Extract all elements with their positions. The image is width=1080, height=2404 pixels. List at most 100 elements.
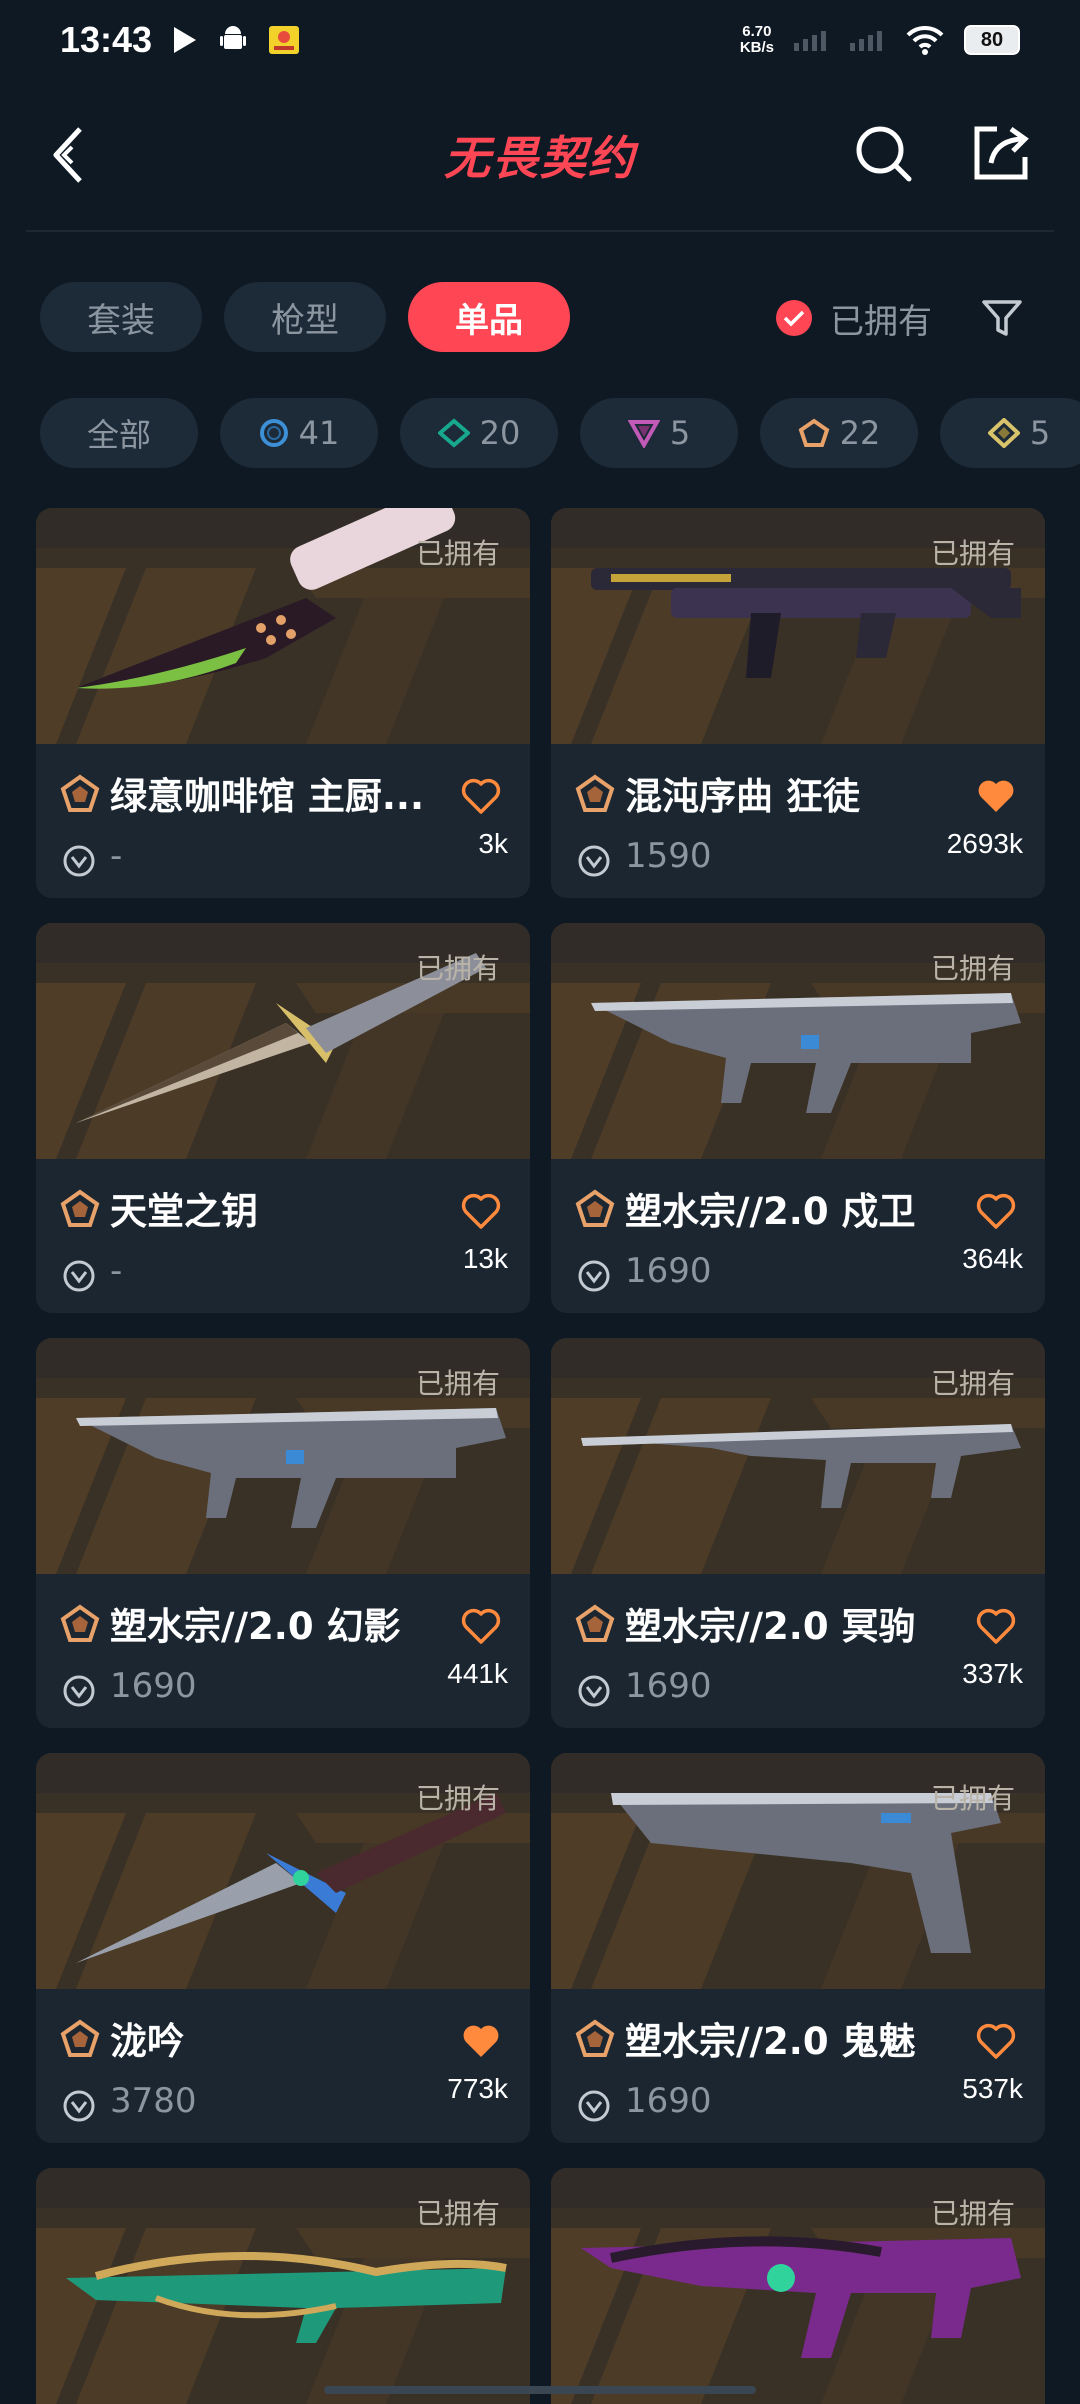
item-card[interactable]: 已拥有 塑水宗//2.0 鬼魅 1690 537k bbox=[551, 1753, 1045, 2143]
share-icon bbox=[974, 126, 1029, 180]
item-info: 泷吟 3780 773k bbox=[36, 1989, 530, 2143]
item-card[interactable]: 已拥有 混沌序曲 狂徒 1590 2693k bbox=[551, 508, 1045, 898]
status-right: 6.70 KB/s 80 bbox=[740, 24, 1020, 56]
owned-badge: 已拥有 bbox=[930, 1782, 1015, 1815]
owned-badge: 已拥有 bbox=[415, 537, 500, 570]
search-icon bbox=[856, 126, 912, 182]
premium-tier-icon bbox=[60, 774, 100, 812]
item-info: 塑水宗//2.0 幻影 1690 441k bbox=[36, 1574, 530, 1728]
heart-filled-icon[interactable] bbox=[975, 776, 1017, 816]
back-button[interactable] bbox=[40, 118, 100, 192]
checkbox-checked-icon bbox=[776, 300, 812, 336]
item-card[interactable]: 已拥有绿意咖啡馆 主厨... - 3k bbox=[36, 508, 530, 898]
item-likes: 3k bbox=[478, 828, 508, 859]
owned-badge: 已拥有 bbox=[930, 952, 1015, 985]
premium-tier-icon bbox=[60, 1189, 100, 1227]
item-card[interactable]: 已拥有 塑水宗//2.0 幻影 1690 441k bbox=[36, 1338, 530, 1728]
item-image: 已拥有 bbox=[36, 2168, 530, 2404]
heart-outline-icon[interactable] bbox=[460, 776, 502, 816]
item-name: 泷吟 bbox=[110, 2020, 184, 2063]
share-button[interactable] bbox=[966, 116, 1036, 190]
exclusive-tier-icon bbox=[627, 420, 660, 448]
chip-exclusive-tier[interactable]: 5 bbox=[580, 398, 738, 468]
tab-single-items[interactable]: 单品 bbox=[408, 282, 570, 352]
item-info: 塑水宗//2.0 冥驹 1690 337k bbox=[551, 1574, 1045, 1728]
chip-premium-count: 22 bbox=[839, 414, 881, 452]
item-image: 已拥有 bbox=[36, 1338, 530, 1574]
item-price: - bbox=[110, 1251, 123, 1291]
tab-bundles[interactable]: 套装 bbox=[40, 282, 202, 352]
chip-ultra-tier[interactable]: 5 bbox=[940, 398, 1080, 468]
battery-indicator: 80 bbox=[964, 25, 1020, 55]
item-price: 1690 bbox=[110, 1666, 197, 1706]
chip-deluxe-tier[interactable]: 20 bbox=[400, 398, 558, 468]
premium-tier-icon bbox=[60, 2019, 100, 2057]
item-price: 1690 bbox=[625, 2081, 712, 2121]
item-card[interactable]: 已拥有塑水宗//2.0 戍卫 1690 364k bbox=[551, 923, 1045, 1313]
signal-icon-2 bbox=[850, 31, 882, 51]
item-likes: 441k bbox=[447, 1658, 508, 1689]
filter-button[interactable] bbox=[976, 292, 1028, 344]
battery-level: 80 bbox=[980, 28, 1004, 51]
heart-outline-icon[interactable] bbox=[975, 1191, 1017, 1231]
network-speed: 6.70 KB/s bbox=[740, 24, 774, 56]
valorant-points-icon bbox=[63, 1260, 95, 1292]
wifi-icon bbox=[906, 25, 944, 55]
item-likes: 537k bbox=[962, 2073, 1023, 2104]
heart-outline-icon[interactable] bbox=[975, 1606, 1017, 1646]
item-image: 已拥有 bbox=[36, 508, 530, 744]
chip-ultra-count: 5 bbox=[1029, 414, 1051, 452]
premium-tier-icon bbox=[575, 1604, 615, 1642]
valorant-points-icon bbox=[63, 845, 95, 877]
chip-exclusive-count: 5 bbox=[669, 414, 691, 452]
valorant-points-icon bbox=[63, 2090, 95, 2122]
premium-tier-icon bbox=[60, 1604, 100, 1642]
item-image: 已拥有 bbox=[551, 2168, 1045, 2404]
valorant-points-icon bbox=[578, 1260, 610, 1292]
deluxe-tier-icon bbox=[437, 418, 470, 448]
premium-tier-icon bbox=[575, 774, 615, 812]
item-info: 塑水宗//2.0 戍卫 1690 364k bbox=[551, 1159, 1045, 1313]
network-speed-value: 6.70 bbox=[742, 23, 772, 40]
item-info: 塑水宗//2.0 鬼魅 1690 537k bbox=[551, 1989, 1045, 2143]
heart-outline-icon[interactable] bbox=[975, 2021, 1017, 2061]
item-likes: 773k bbox=[447, 2073, 508, 2104]
chip-premium-tier[interactable]: 22 bbox=[760, 398, 918, 468]
item-name: 塑水宗//2.0 冥驹 bbox=[625, 1605, 916, 1648]
premium-tier-icon bbox=[798, 418, 830, 447]
owned-badge: 已拥有 bbox=[415, 952, 500, 985]
owned-badge: 已拥有 bbox=[930, 1367, 1015, 1400]
item-likes: 2693k bbox=[946, 828, 1023, 859]
back-arrow-icon bbox=[53, 127, 82, 183]
item-name: 绿意咖啡馆 主厨... bbox=[110, 775, 425, 818]
valorant-points-icon bbox=[578, 845, 610, 877]
header-divider bbox=[26, 230, 1054, 232]
heart-outline-icon[interactable] bbox=[460, 1606, 502, 1646]
item-price: 3780 bbox=[110, 2081, 197, 2121]
heart-filled-icon[interactable] bbox=[460, 2021, 502, 2061]
premium-tier-icon bbox=[575, 1189, 615, 1227]
play-icon bbox=[174, 27, 197, 53]
item-info: 绿意咖啡馆 主厨... - 3k bbox=[36, 744, 530, 898]
item-card[interactable]: 已拥有泷吟 3780 773k bbox=[36, 1753, 530, 2143]
home-indicator[interactable] bbox=[324, 2386, 756, 2394]
item-card[interactable]: 已拥有 bbox=[36, 2168, 530, 2404]
item-likes: 13k bbox=[462, 1243, 508, 1274]
search-button[interactable] bbox=[848, 116, 918, 190]
chip-all[interactable]: 全部 bbox=[40, 398, 198, 468]
app-notification-icon bbox=[269, 26, 300, 54]
owned-filter-toggle[interactable]: 已拥有 bbox=[776, 290, 932, 346]
chip-select-tier[interactable]: 41 bbox=[220, 398, 378, 468]
heart-outline-icon[interactable] bbox=[460, 1191, 502, 1231]
item-image: 已拥有 bbox=[36, 1753, 530, 1989]
header: 无畏契约 bbox=[0, 80, 1080, 230]
owned-badge: 已拥有 bbox=[415, 1367, 500, 1400]
item-card[interactable]: 已拥有 天堂之钥 - 13k bbox=[36, 923, 530, 1313]
item-name: 塑水宗//2.0 戍卫 bbox=[625, 1190, 916, 1233]
tab-weapon-type[interactable]: 枪型 bbox=[224, 282, 386, 352]
app-logo: 无畏契约 bbox=[444, 131, 636, 185]
category-tabs: 套装 枪型 单品 bbox=[40, 282, 570, 352]
item-card[interactable]: 已拥有 bbox=[551, 2168, 1045, 2404]
status-time: 13:43 bbox=[60, 19, 153, 60]
item-card[interactable]: 已拥有塑水宗//2.0 冥驹 1690 337k bbox=[551, 1338, 1045, 1728]
